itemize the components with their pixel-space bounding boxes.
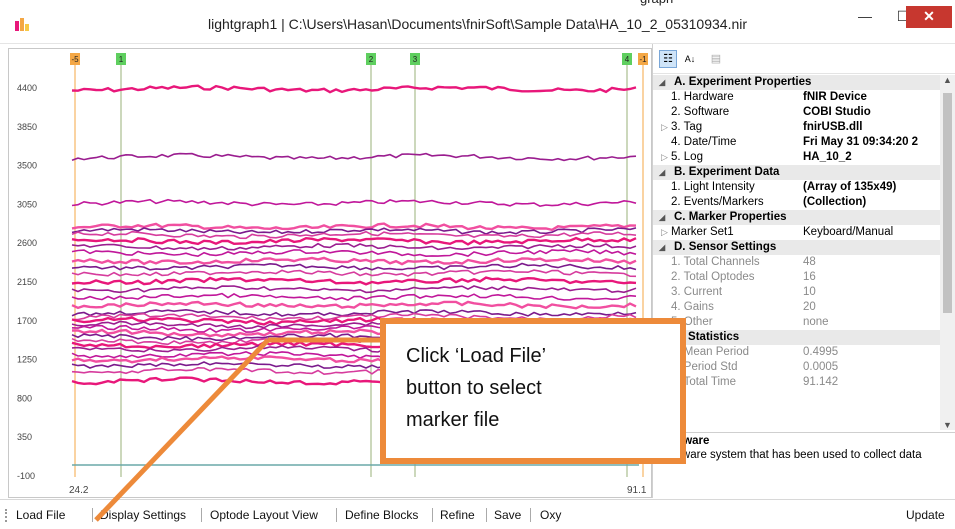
callout-line-3: marker file: [406, 409, 500, 431]
callout-line-1: Click ‘Load File’: [406, 345, 547, 367]
callout-line-2: button to select: [406, 377, 542, 399]
instruction-callout: Click ‘Load File’ button to select marke…: [380, 318, 686, 464]
